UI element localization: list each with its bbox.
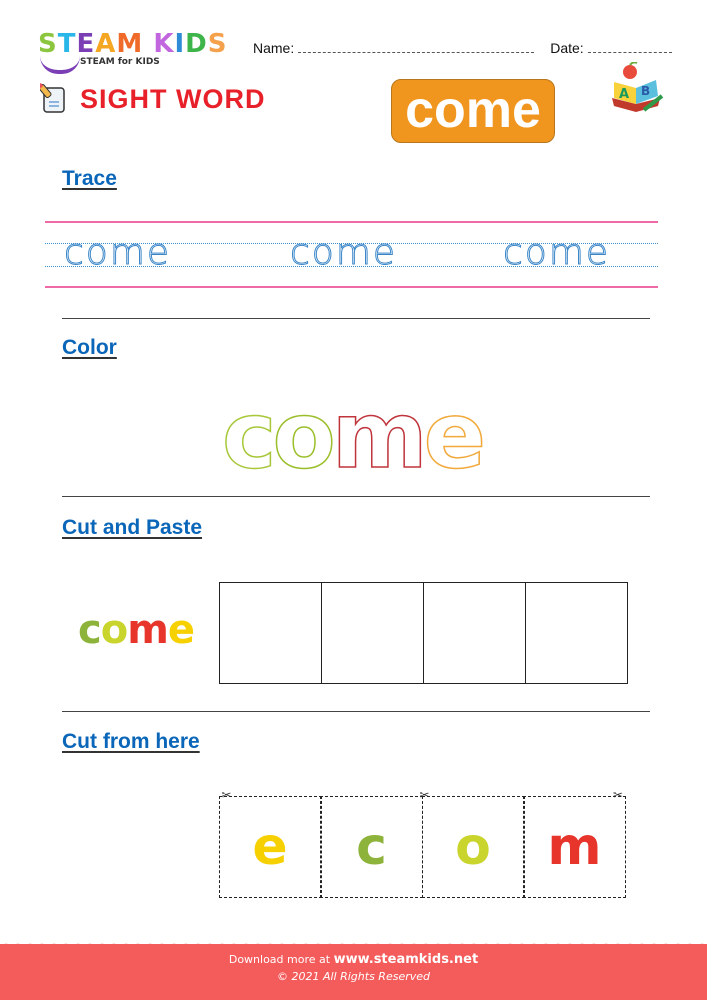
date-label: Date: (550, 40, 584, 56)
cut-paste-heading: Cut and Paste (62, 516, 203, 539)
scissors-icon: ✂ (612, 788, 623, 802)
logo-letter: S (38, 29, 58, 59)
cut-letter-box[interactable]: ✂ m (523, 788, 626, 898)
cut-letter: e (252, 817, 288, 877)
steam-kids-logo: STEAM KIDS (38, 30, 227, 58)
name-date-row: Name: Date: (253, 40, 672, 56)
colored-word: come (78, 607, 195, 653)
scissors-icon: ✂ (221, 788, 232, 802)
cut-letter: c (356, 817, 387, 877)
word-letter: e (167, 607, 195, 653)
cut-letter-box[interactable]: ✂ e (218, 788, 322, 898)
logo-letter: E (76, 29, 96, 59)
trace-bottom-line (45, 286, 658, 288)
download-line: Download more at www.steamkids.net (0, 952, 707, 967)
logo-letter: D (185, 29, 208, 59)
logo-letter: M (116, 29, 144, 59)
logo-letter: T (57, 29, 77, 59)
word-letter: o (100, 607, 129, 653)
cut-letter-box[interactable]: c (320, 796, 423, 898)
paste-box[interactable] (219, 582, 322, 684)
download-prefix: Download more at (228, 953, 331, 966)
section-divider (62, 711, 650, 712)
svg-text:B: B (641, 84, 650, 98)
name-field[interactable] (298, 42, 535, 53)
footer: Download more at www.steamkids.net © 202… (0, 944, 707, 1000)
scissors-icon: ✂ (419, 788, 430, 802)
logo-tagline: STEAM for KIDS (80, 57, 160, 67)
paste-box[interactable] (423, 582, 526, 684)
color-letter: m (331, 382, 428, 489)
trace-top-line (45, 221, 658, 223)
copyright: © 2021 All Rights Reserved (276, 970, 430, 983)
logo-letter: K (153, 29, 175, 59)
color-letter: c (221, 382, 277, 489)
logo-letter: A (95, 29, 117, 59)
name-label: Name: (253, 40, 295, 56)
cut-letter: m (547, 817, 602, 877)
page-title: SIGHT WORD (80, 84, 266, 114)
section-divider (62, 496, 650, 497)
trace-word: come (502, 232, 611, 274)
trace-heading: Trace (62, 167, 117, 190)
logo-letter: I (174, 29, 186, 59)
logo-swoosh (40, 56, 80, 74)
paste-boxes (219, 582, 628, 684)
color-heading: Color (62, 336, 117, 359)
cut-boxes: ✂ e c ✂ o ✂ m (218, 788, 626, 898)
color-letter: e (423, 382, 487, 489)
trace-word: come (63, 232, 172, 274)
logo-letter (143, 30, 153, 58)
paste-box[interactable] (525, 582, 628, 684)
trace-word: come (289, 232, 398, 274)
sight-word-badge: come (391, 79, 555, 143)
color-word: come (221, 382, 487, 489)
paste-box[interactable] (321, 582, 424, 684)
pencil-paper-icon (40, 83, 65, 113)
svg-text:A: A (619, 87, 629, 102)
color-letter: o (272, 382, 337, 489)
word-letter: c (78, 607, 102, 653)
cut-from-heading: Cut from here (62, 730, 200, 753)
date-field[interactable] (587, 42, 672, 53)
abc-book-icon: A B (612, 62, 664, 112)
site-link[interactable]: www.steamkids.net (334, 952, 479, 967)
logo-letter: S (207, 29, 228, 59)
word-letter: m (127, 607, 169, 653)
cut-letter: o (455, 817, 491, 877)
cut-letter-box[interactable]: ✂ o (420, 788, 525, 898)
section-divider (62, 318, 650, 319)
